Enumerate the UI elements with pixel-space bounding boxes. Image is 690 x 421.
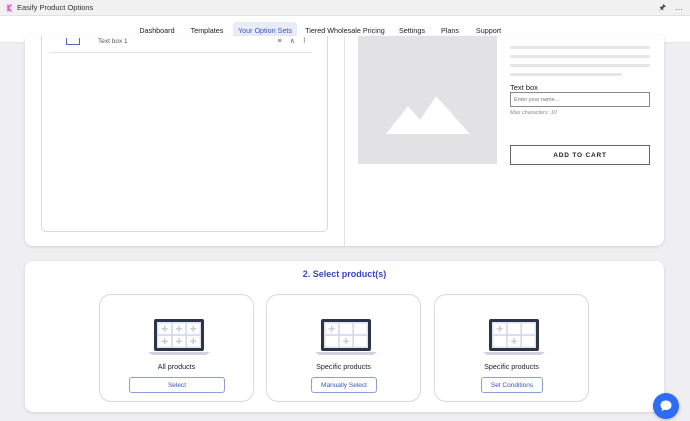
textbox-char-hint: Max characters: 10 [510, 110, 557, 116]
product-scope-label: All products [157, 362, 196, 371]
textbox-icon [66, 38, 80, 45]
app-titlebar: Easify Product Options 🖈︎ … [0, 0, 690, 16]
skeleton-line [510, 55, 650, 58]
product-image-placeholder [358, 36, 497, 164]
laptop-grid-icon [315, 319, 377, 355]
select-button[interactable]: Select [129, 377, 225, 393]
image-placeholder-icon [386, 96, 470, 134]
app-logo-icon [5, 3, 14, 13]
product-scope-label: Specific products [484, 362, 539, 371]
skeleton-line [510, 64, 650, 67]
conditional-products-option[interactable]: Specific products Set Conditions [434, 294, 589, 402]
option-row[interactable]: Text box 1 ≡ ∧ ⠇ [50, 36, 312, 53]
set-conditions-button[interactable]: Set Conditions [481, 377, 543, 393]
laptop-grid-icon [483, 319, 545, 355]
option-set-editor-card: Text box 1 ≡ ∧ ⠇ Text box Max characters… [25, 36, 664, 246]
all-products-option[interactable]: All products Select [99, 294, 254, 402]
laptop-grid-icon [148, 319, 210, 355]
manually-select-button[interactable]: Manually Select [311, 377, 377, 393]
options-list-panel: Text box 1 ≡ ∧ ⠇ [41, 36, 328, 232]
section-title: 2. Select product(s) [302, 269, 387, 279]
chat-bubble-icon [660, 400, 672, 412]
pin-icon[interactable]: 🖈︎ [659, 3, 666, 13]
skeleton-line [510, 73, 622, 76]
collapse-icon[interactable]: ∧ [290, 38, 295, 46]
app-title: Easify Product Options [17, 3, 94, 12]
product-scope-label: Specific products [316, 362, 371, 371]
more-icon[interactable]: … [675, 3, 683, 13]
option-row-label: Text box 1 [98, 38, 128, 45]
manual-products-option[interactable]: Specific products Manually Select [266, 294, 421, 402]
panel-divider [344, 36, 345, 246]
drag-handle-icon[interactable]: ⠇ [303, 38, 308, 46]
chat-launcher-button[interactable] [653, 393, 679, 419]
add-to-cart-button[interactable]: ADD TO CART [510, 145, 650, 165]
reorder-icon[interactable]: ≡ [278, 38, 282, 46]
skeleton-line [510, 46, 650, 49]
textbox-preview-input[interactable] [510, 92, 650, 107]
textbox-preview-label: Text box [510, 83, 538, 92]
select-products-card: 2. Select product(s) All products Select [25, 261, 664, 412]
